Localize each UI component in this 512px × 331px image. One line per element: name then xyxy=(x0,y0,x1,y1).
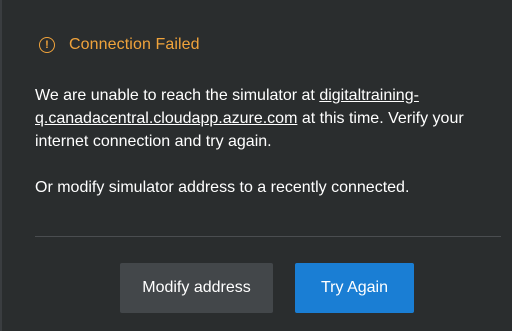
divider xyxy=(35,236,501,237)
dialog-title: Connection Failed xyxy=(69,36,200,53)
warning-circle-icon: ! xyxy=(39,37,55,53)
message-secondary: Or modify simulator address to a recentl… xyxy=(35,179,410,196)
modify-address-button[interactable]: Modify address xyxy=(120,263,273,313)
message-paragraph: We are unable to reach the simulator at … xyxy=(35,84,495,153)
message-text-before: We are unable to reach the simulator at xyxy=(35,87,320,104)
try-again-button[interactable]: Try Again xyxy=(295,263,414,313)
dialog-message: We are unable to reach the simulator at … xyxy=(35,84,495,199)
connection-failed-dialog: ! Connection Failed We are unable to rea… xyxy=(0,0,512,331)
dialog-header: ! Connection Failed xyxy=(39,33,200,57)
